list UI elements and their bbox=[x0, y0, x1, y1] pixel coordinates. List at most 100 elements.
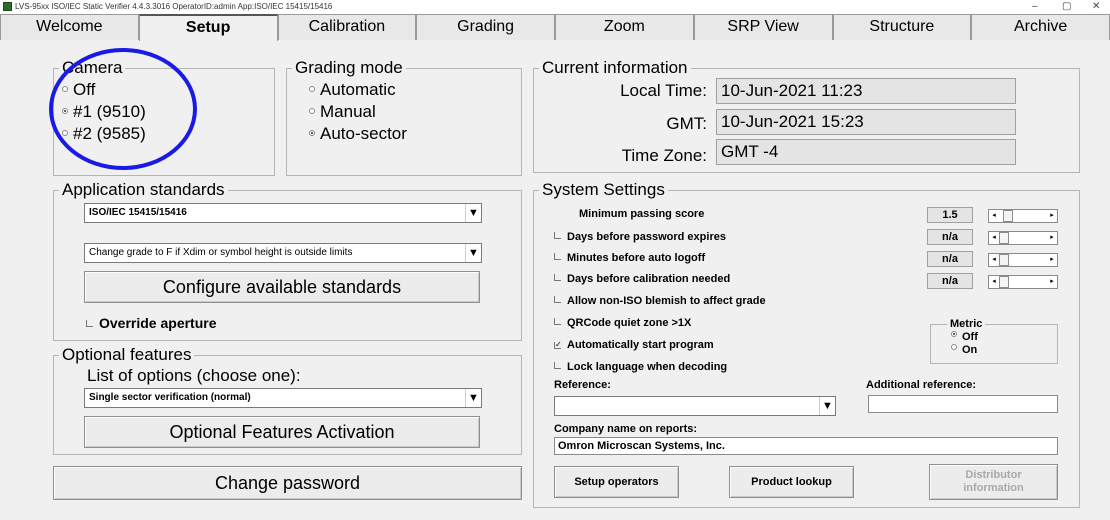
change-password-button[interactable]: Change password bbox=[53, 466, 522, 500]
chevron-down-icon[interactable]: ▼ bbox=[465, 204, 481, 222]
slider-thumb[interactable] bbox=[999, 276, 1009, 288]
tab-calibration[interactable]: Calibration bbox=[277, 14, 417, 40]
company-name-input[interactable]: Omron Microscan Systems, Inc. bbox=[554, 437, 1058, 455]
override-aperture-checkbox[interactable]: Override aperture bbox=[86, 315, 217, 331]
checkbox-icon[interactable] bbox=[554, 318, 561, 325]
local-time-label: Local Time: bbox=[620, 81, 707, 100]
min-passing-slider[interactable]: ◂ ▸ bbox=[988, 209, 1058, 223]
radio-icon[interactable] bbox=[951, 344, 957, 350]
local-time-field: 10-Jun-2021 11:23 bbox=[716, 78, 1016, 104]
minimize-icon[interactable]: – bbox=[1032, 0, 1038, 14]
tab-archive[interactable]: Archive bbox=[971, 14, 1110, 40]
grading-option-automatic[interactable]: Automatic bbox=[309, 79, 396, 101]
metric-option-off[interactable]: Off bbox=[951, 331, 978, 343]
tab-welcome[interactable]: Welcome bbox=[0, 14, 139, 40]
camera-group: Camera Off #1 (9510) #2 (9585) bbox=[53, 58, 275, 176]
additional-reference-input[interactable] bbox=[868, 395, 1058, 413]
radio-icon[interactable] bbox=[62, 130, 68, 136]
checkbox-icon[interactable] bbox=[554, 232, 561, 239]
camera-option-off[interactable]: Off bbox=[62, 79, 95, 101]
camera-option-1[interactable]: #1 (9510) bbox=[62, 101, 146, 123]
min-passing-value: 1.5 bbox=[927, 207, 973, 223]
checkbox-icon[interactable] bbox=[554, 296, 561, 303]
options-list-label: List of options (choose one): bbox=[87, 366, 301, 385]
slider-thumb[interactable] bbox=[999, 254, 1009, 266]
timezone-field: GMT -4 bbox=[716, 139, 1016, 165]
company-name-label: Company name on reports: bbox=[554, 423, 698, 435]
maximize-icon[interactable]: ▢ bbox=[1062, 0, 1071, 14]
tab-zoom[interactable]: Zoom bbox=[555, 14, 694, 40]
distributor-information-button[interactable]: Distributor information bbox=[929, 464, 1058, 500]
reference-label: Reference: bbox=[554, 379, 611, 391]
optional-features-select[interactable]: Single sector verification (normal) ▼ bbox=[84, 388, 482, 408]
slider-left-arrow-icon[interactable]: ◂ bbox=[989, 254, 999, 266]
password-expiry-value: n/a bbox=[927, 229, 973, 245]
calibration-days-value: n/a bbox=[927, 273, 973, 289]
slider-left-arrow-icon[interactable]: ◂ bbox=[989, 276, 999, 288]
auto-logoff-slider[interactable]: ◂ ▸ bbox=[988, 253, 1058, 267]
calibration-days-checkbox[interactable]: Days before calibration needed bbox=[554, 271, 730, 287]
radio-selected-icon[interactable] bbox=[62, 108, 68, 114]
grade-rule-select[interactable]: Change grade to F if Xdim or symbol heig… bbox=[84, 243, 482, 263]
camera-option-2[interactable]: #2 (9585) bbox=[62, 123, 146, 145]
gmt-field: 10-Jun-2021 15:23 bbox=[716, 109, 1016, 135]
product-lookup-button[interactable]: Product lookup bbox=[729, 466, 854, 498]
optional-features-activation-button[interactable]: Optional Features Activation bbox=[84, 416, 480, 448]
tab-setup[interactable]: Setup bbox=[138, 14, 278, 41]
slider-right-arrow-icon[interactable]: ▸ bbox=[1047, 210, 1057, 222]
blemish-checkbox[interactable]: Allow non-ISO blemish to affect grade bbox=[554, 293, 766, 309]
timezone-label: Time Zone: bbox=[621, 146, 707, 165]
qrcode-quiet-zone-checkbox[interactable]: QRCode quiet zone >1X bbox=[554, 315, 691, 331]
slider-right-arrow-icon[interactable]: ▸ bbox=[1047, 254, 1057, 266]
lock-language-checkbox[interactable]: Lock language when decoding bbox=[554, 359, 727, 375]
checkbox-icon[interactable] bbox=[554, 362, 561, 369]
slider-left-arrow-icon[interactable]: ◂ bbox=[989, 210, 999, 222]
checkbox-checked-icon[interactable]: ✓ bbox=[554, 341, 562, 349]
window-title: LVS-95xx ISO/IEC Static Verifier 4.4.3.3… bbox=[15, 2, 333, 11]
autostart-checkbox[interactable]: ✓ Automatically start program bbox=[554, 337, 714, 353]
slider-right-arrow-icon[interactable]: ▸ bbox=[1047, 232, 1057, 244]
auto-logoff-checkbox[interactable]: Minutes before auto logoff bbox=[554, 250, 705, 266]
current-info-title: Current information bbox=[539, 58, 691, 78]
radio-selected-icon[interactable] bbox=[951, 331, 957, 337]
metric-option-on[interactable]: On bbox=[951, 344, 977, 356]
radio-icon[interactable] bbox=[309, 86, 315, 92]
optional-features-title: Optional features bbox=[59, 345, 195, 365]
camera-group-title: Camera bbox=[59, 58, 126, 78]
tab-grading[interactable]: Grading bbox=[416, 14, 555, 40]
tab-structure[interactable]: Structure bbox=[832, 14, 972, 40]
slider-thumb[interactable] bbox=[1003, 210, 1013, 222]
calibration-days-slider[interactable]: ◂ ▸ bbox=[988, 275, 1058, 289]
auto-logoff-value: n/a bbox=[927, 251, 973, 267]
min-passing-label: Minimum passing score bbox=[579, 208, 705, 220]
chevron-down-icon[interactable]: ▼ bbox=[465, 244, 481, 262]
radio-icon[interactable] bbox=[309, 108, 315, 114]
grading-mode-title: Grading mode bbox=[292, 58, 406, 78]
grading-option-manual[interactable]: Manual bbox=[309, 101, 376, 123]
gmt-label: GMT: bbox=[666, 114, 707, 133]
reference-select[interactable]: ▼ bbox=[554, 396, 836, 416]
chevron-down-icon[interactable]: ▼ bbox=[465, 389, 481, 407]
radio-selected-icon[interactable] bbox=[309, 130, 315, 136]
standard-select[interactable]: ISO/IEC 15415/15416 ▼ bbox=[84, 203, 482, 223]
checkbox-icon[interactable] bbox=[86, 320, 93, 327]
slider-right-arrow-icon[interactable]: ▸ bbox=[1047, 276, 1057, 288]
checkbox-icon[interactable] bbox=[554, 253, 561, 260]
app-standards-group: Application standards ISO/IEC 15415/1541… bbox=[53, 180, 522, 341]
checkbox-icon[interactable] bbox=[554, 274, 561, 281]
slider-left-arrow-icon[interactable]: ◂ bbox=[989, 232, 999, 244]
password-expiry-checkbox[interactable]: Days before password expires bbox=[554, 229, 726, 245]
radio-icon[interactable] bbox=[62, 86, 68, 92]
additional-reference-label: Additional reference: bbox=[866, 379, 977, 391]
password-expiry-slider[interactable]: ◂ ▸ bbox=[988, 231, 1058, 245]
tab-srp-view[interactable]: SRP View bbox=[693, 14, 833, 40]
setup-operators-button[interactable]: Setup operators bbox=[554, 466, 679, 498]
system-settings-group: System Settings Minimum passing score 1.… bbox=[533, 180, 1080, 508]
current-info-group: Current information Local Time: 10-Jun-2… bbox=[533, 58, 1080, 173]
configure-standards-button[interactable]: Configure available standards bbox=[84, 271, 480, 303]
slider-thumb[interactable] bbox=[999, 232, 1009, 244]
chevron-down-icon[interactable]: ▼ bbox=[819, 397, 835, 415]
grading-option-auto-sector[interactable]: Auto-sector bbox=[309, 123, 407, 145]
close-icon[interactable]: ✕ bbox=[1092, 0, 1100, 14]
window-titlebar: LVS-95xx ISO/IEC Static Verifier 4.4.3.3… bbox=[0, 0, 1110, 14]
